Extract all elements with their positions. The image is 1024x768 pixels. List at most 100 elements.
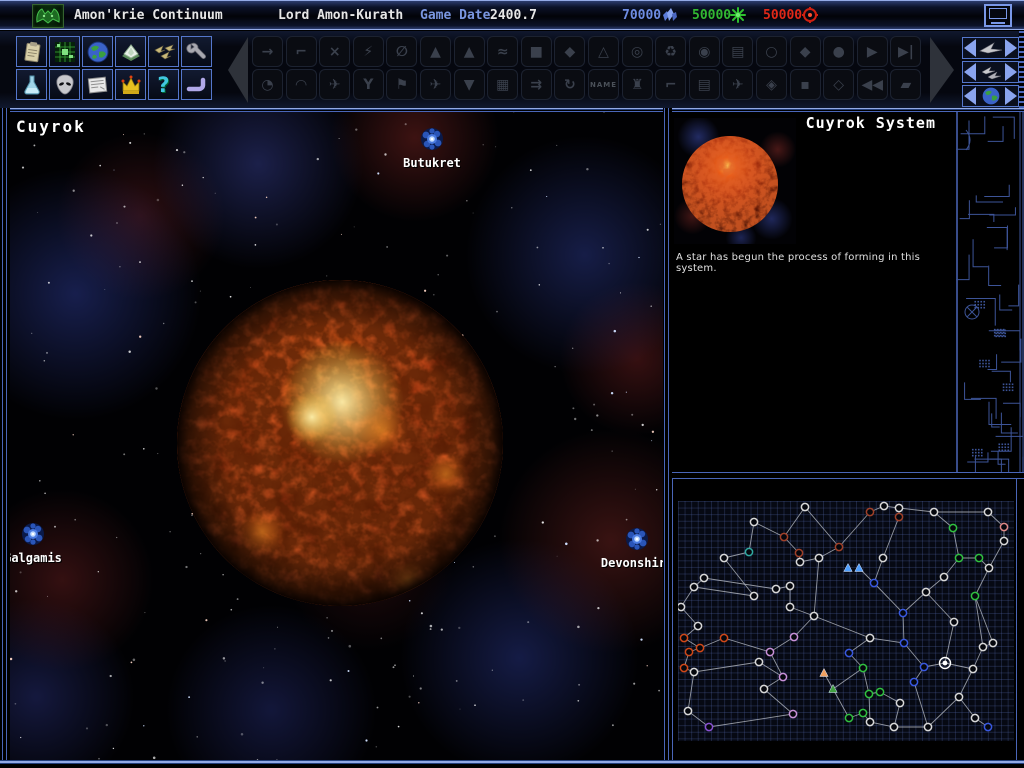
system-thumbnail[interactable] xyxy=(674,118,796,244)
disabled-order-button: ♜ xyxy=(622,69,653,100)
previous-ship-button[interactable] xyxy=(964,39,976,57)
research-button[interactable] xyxy=(16,69,47,100)
construction-button[interactable] xyxy=(181,36,212,67)
disabled-order-button: ✈ xyxy=(722,69,753,100)
previous-planet-button[interactable] xyxy=(964,87,976,105)
disabled-order-button: ◉ xyxy=(689,36,720,67)
disabled-order-button: ■ xyxy=(521,36,552,67)
log-button[interactable] xyxy=(16,36,47,67)
disabled-order-button: ▲ xyxy=(420,36,451,67)
game-date-value: 2400.7 xyxy=(490,8,537,23)
next-fleet-button[interactable] xyxy=(1005,63,1017,81)
disabled-order-button: ♻ xyxy=(655,36,686,67)
disabled-order-button: ◇ xyxy=(823,69,854,100)
ship-group-icon xyxy=(152,40,176,64)
radioactives-value: 50000 xyxy=(763,8,802,23)
minerals-value: 70000 xyxy=(622,8,661,23)
warp-point-galgamis[interactable]: Galgamis xyxy=(10,521,73,565)
planets-button[interactable] xyxy=(82,36,113,67)
empires-button[interactable] xyxy=(115,69,146,100)
fleet-navigation xyxy=(962,61,1019,83)
ship-icon xyxy=(978,40,1004,56)
disabled-order-button: ⌐ xyxy=(286,36,317,67)
fleet-icon xyxy=(978,64,1004,80)
warp-point-icon xyxy=(20,521,46,547)
hook-icon xyxy=(185,73,209,97)
warp-point-devonshire[interactable]: Devonshire xyxy=(597,526,663,570)
organics-icon xyxy=(729,6,747,28)
toolbar-scroll-right-arrow[interactable] xyxy=(930,37,954,103)
disabled-order-button: ▪ xyxy=(790,69,821,100)
disabled-order-button: ∅ xyxy=(386,36,417,67)
ships-button[interactable] xyxy=(148,36,179,67)
disabled-order-button: ◆ xyxy=(790,36,821,67)
toolbar: ? →⌐×⚡∅▲▲≈■◆△◎♻◉▤○◆●▶▶|◔◠✈Y⚑✈▼▦⇉↻NAME♜⌐▤… xyxy=(0,31,1024,108)
right-edge-decoration xyxy=(1019,31,1024,108)
galaxy-map-panel xyxy=(664,472,1024,762)
radioactives-icon xyxy=(801,6,819,28)
disabled-order-button: → xyxy=(252,36,283,67)
system-viewport[interactable]: Cuyrok Butukret Galgamis Dev xyxy=(10,112,663,762)
disabled-order-button: ○ xyxy=(756,36,787,67)
previous-fleet-button[interactable] xyxy=(964,63,976,81)
disabled-order-button: ◆ xyxy=(554,36,585,67)
disabled-order-button: ≈ xyxy=(487,36,518,67)
circuit-decoration xyxy=(956,112,1024,472)
disabled-order-button: ⇉ xyxy=(521,69,552,100)
flask-icon xyxy=(20,73,44,97)
disabled-order-button: ◔ xyxy=(252,69,283,100)
mineral-crystal-icon xyxy=(119,40,143,64)
minimize-window-button[interactable] xyxy=(984,4,1012,27)
next-ship-button[interactable] xyxy=(1005,39,1017,57)
disabled-order-button: ▶| xyxy=(890,36,921,67)
clipboard-icon xyxy=(20,40,44,64)
globe-icon xyxy=(981,86,1001,106)
ship-navigation xyxy=(962,37,1019,59)
disabled-order-button: ◀◀ xyxy=(857,69,888,100)
disabled-order-button: ✈ xyxy=(319,69,350,100)
next-planet-button[interactable] xyxy=(1005,87,1017,105)
disabled-order-button: Y xyxy=(353,69,384,100)
disabled-order-button: ↻ xyxy=(554,69,585,100)
disabled-order-button: ◈ xyxy=(756,69,787,100)
disabled-order-button: ▰ xyxy=(890,69,921,100)
system-name-label: Cuyrok xyxy=(16,117,86,136)
map-panel-border xyxy=(672,478,673,763)
map-panel-border xyxy=(1016,478,1017,763)
disabled-order-button: ● xyxy=(823,36,854,67)
news-button[interactable] xyxy=(82,69,113,100)
disabled-order-button: ▼ xyxy=(454,69,485,100)
warp-point-icon xyxy=(419,126,445,152)
disabled-order-button: ▶ xyxy=(857,36,888,67)
panel-divider xyxy=(663,108,672,768)
organics-value: 50000 xyxy=(692,8,731,23)
disabled-order-button: ◎ xyxy=(622,36,653,67)
newspaper-icon xyxy=(86,73,110,97)
help-button[interactable]: ? xyxy=(148,69,179,100)
disabled-order-button: ▤ xyxy=(689,69,720,100)
galaxy-map[interactable] xyxy=(678,501,1014,741)
disabled-order-button: ▦ xyxy=(487,69,518,100)
forming-star[interactable] xyxy=(10,112,663,762)
game-date-label: Game Date xyxy=(420,8,490,23)
system-info-title: Cuyrok System xyxy=(806,114,936,132)
warp-point-butukret[interactable]: Butukret xyxy=(392,126,472,170)
wrench-icon xyxy=(185,40,209,64)
disabled-order-button: × xyxy=(319,36,350,67)
circuit-board-icon xyxy=(53,40,77,64)
planet-navigation xyxy=(962,85,1019,107)
system-info-panel: Cuyrok System A star has begun the proce… xyxy=(672,112,956,470)
disabled-order-button: ◠ xyxy=(286,69,317,100)
warp-point-icon xyxy=(624,526,650,552)
question-mark-icon: ? xyxy=(157,73,169,97)
options-button[interactable] xyxy=(181,69,212,100)
globe-icon xyxy=(86,40,110,64)
alien-head-icon xyxy=(53,73,77,97)
title-bar: Amon'krie Continuum Lord Amon-Kurath Gam… xyxy=(0,0,1024,30)
intelligence-button[interactable] xyxy=(49,69,80,100)
empire-name: Amon'krie Continuum xyxy=(74,8,223,23)
designs-button[interactable] xyxy=(49,36,80,67)
toolbar-scroll-left-arrow[interactable] xyxy=(228,37,248,103)
resources-button[interactable] xyxy=(115,36,146,67)
empire-flag-icon xyxy=(32,4,64,28)
